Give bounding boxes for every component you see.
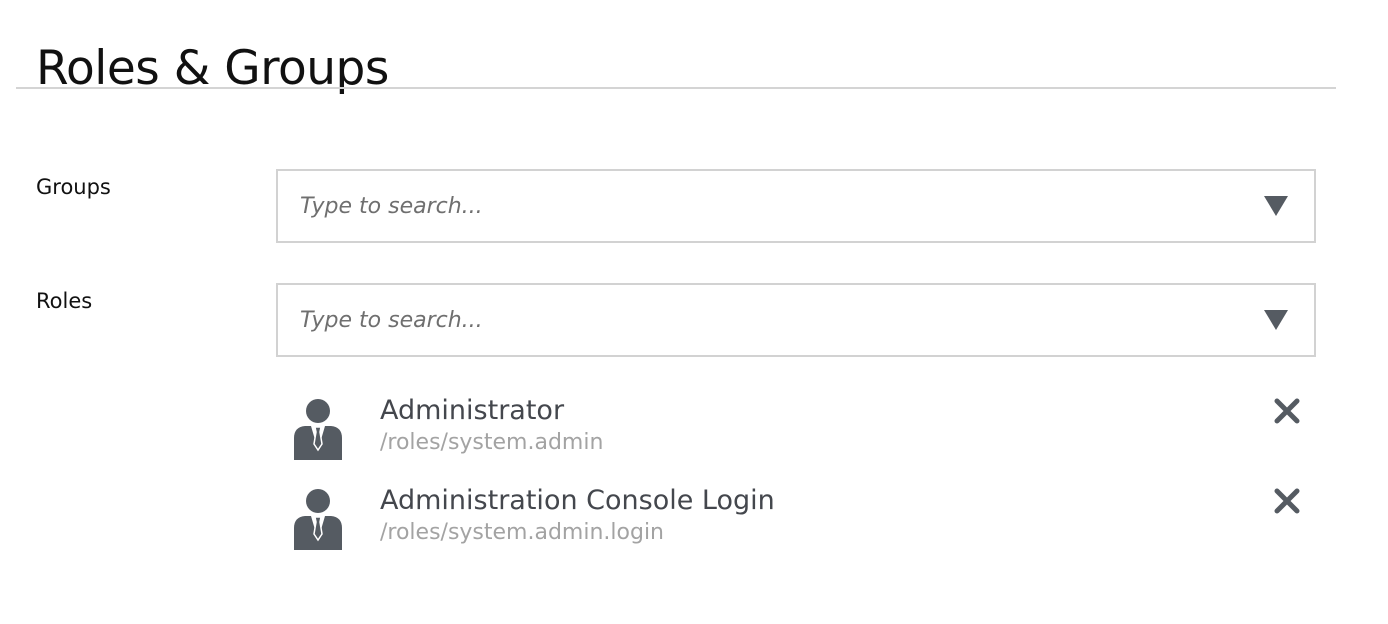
role-path: /roles/system.admin bbox=[380, 430, 604, 455]
groups-dropdown-arrow-icon[interactable] bbox=[1264, 196, 1288, 216]
role-name: Administration Console Login bbox=[380, 485, 775, 516]
page-title: Roles & Groups bbox=[36, 41, 389, 96]
groups-search-input[interactable] bbox=[300, 187, 1240, 225]
remove-role-button-close-icon[interactable] bbox=[1272, 486, 1302, 516]
role-list-item: Administrator /roles/system.admin bbox=[276, 394, 1316, 466]
role-list-item: Administration Console Login /roles/syst… bbox=[276, 484, 1316, 556]
role-path: /roles/system.admin.login bbox=[380, 520, 665, 545]
roles-label: Roles bbox=[36, 289, 93, 313]
user-suit-icon bbox=[294, 399, 342, 460]
user-suit-icon bbox=[294, 489, 342, 550]
groups-label: Groups bbox=[36, 175, 111, 199]
roles-search-input[interactable] bbox=[300, 301, 1240, 339]
title-divider bbox=[16, 87, 1336, 89]
groups-search-box[interactable] bbox=[276, 169, 1316, 243]
roles-search-box[interactable] bbox=[276, 283, 1316, 357]
remove-role-button-close-icon[interactable] bbox=[1272, 396, 1302, 426]
role-name: Administrator bbox=[380, 395, 565, 426]
roles-dropdown-arrow-icon[interactable] bbox=[1264, 310, 1288, 330]
